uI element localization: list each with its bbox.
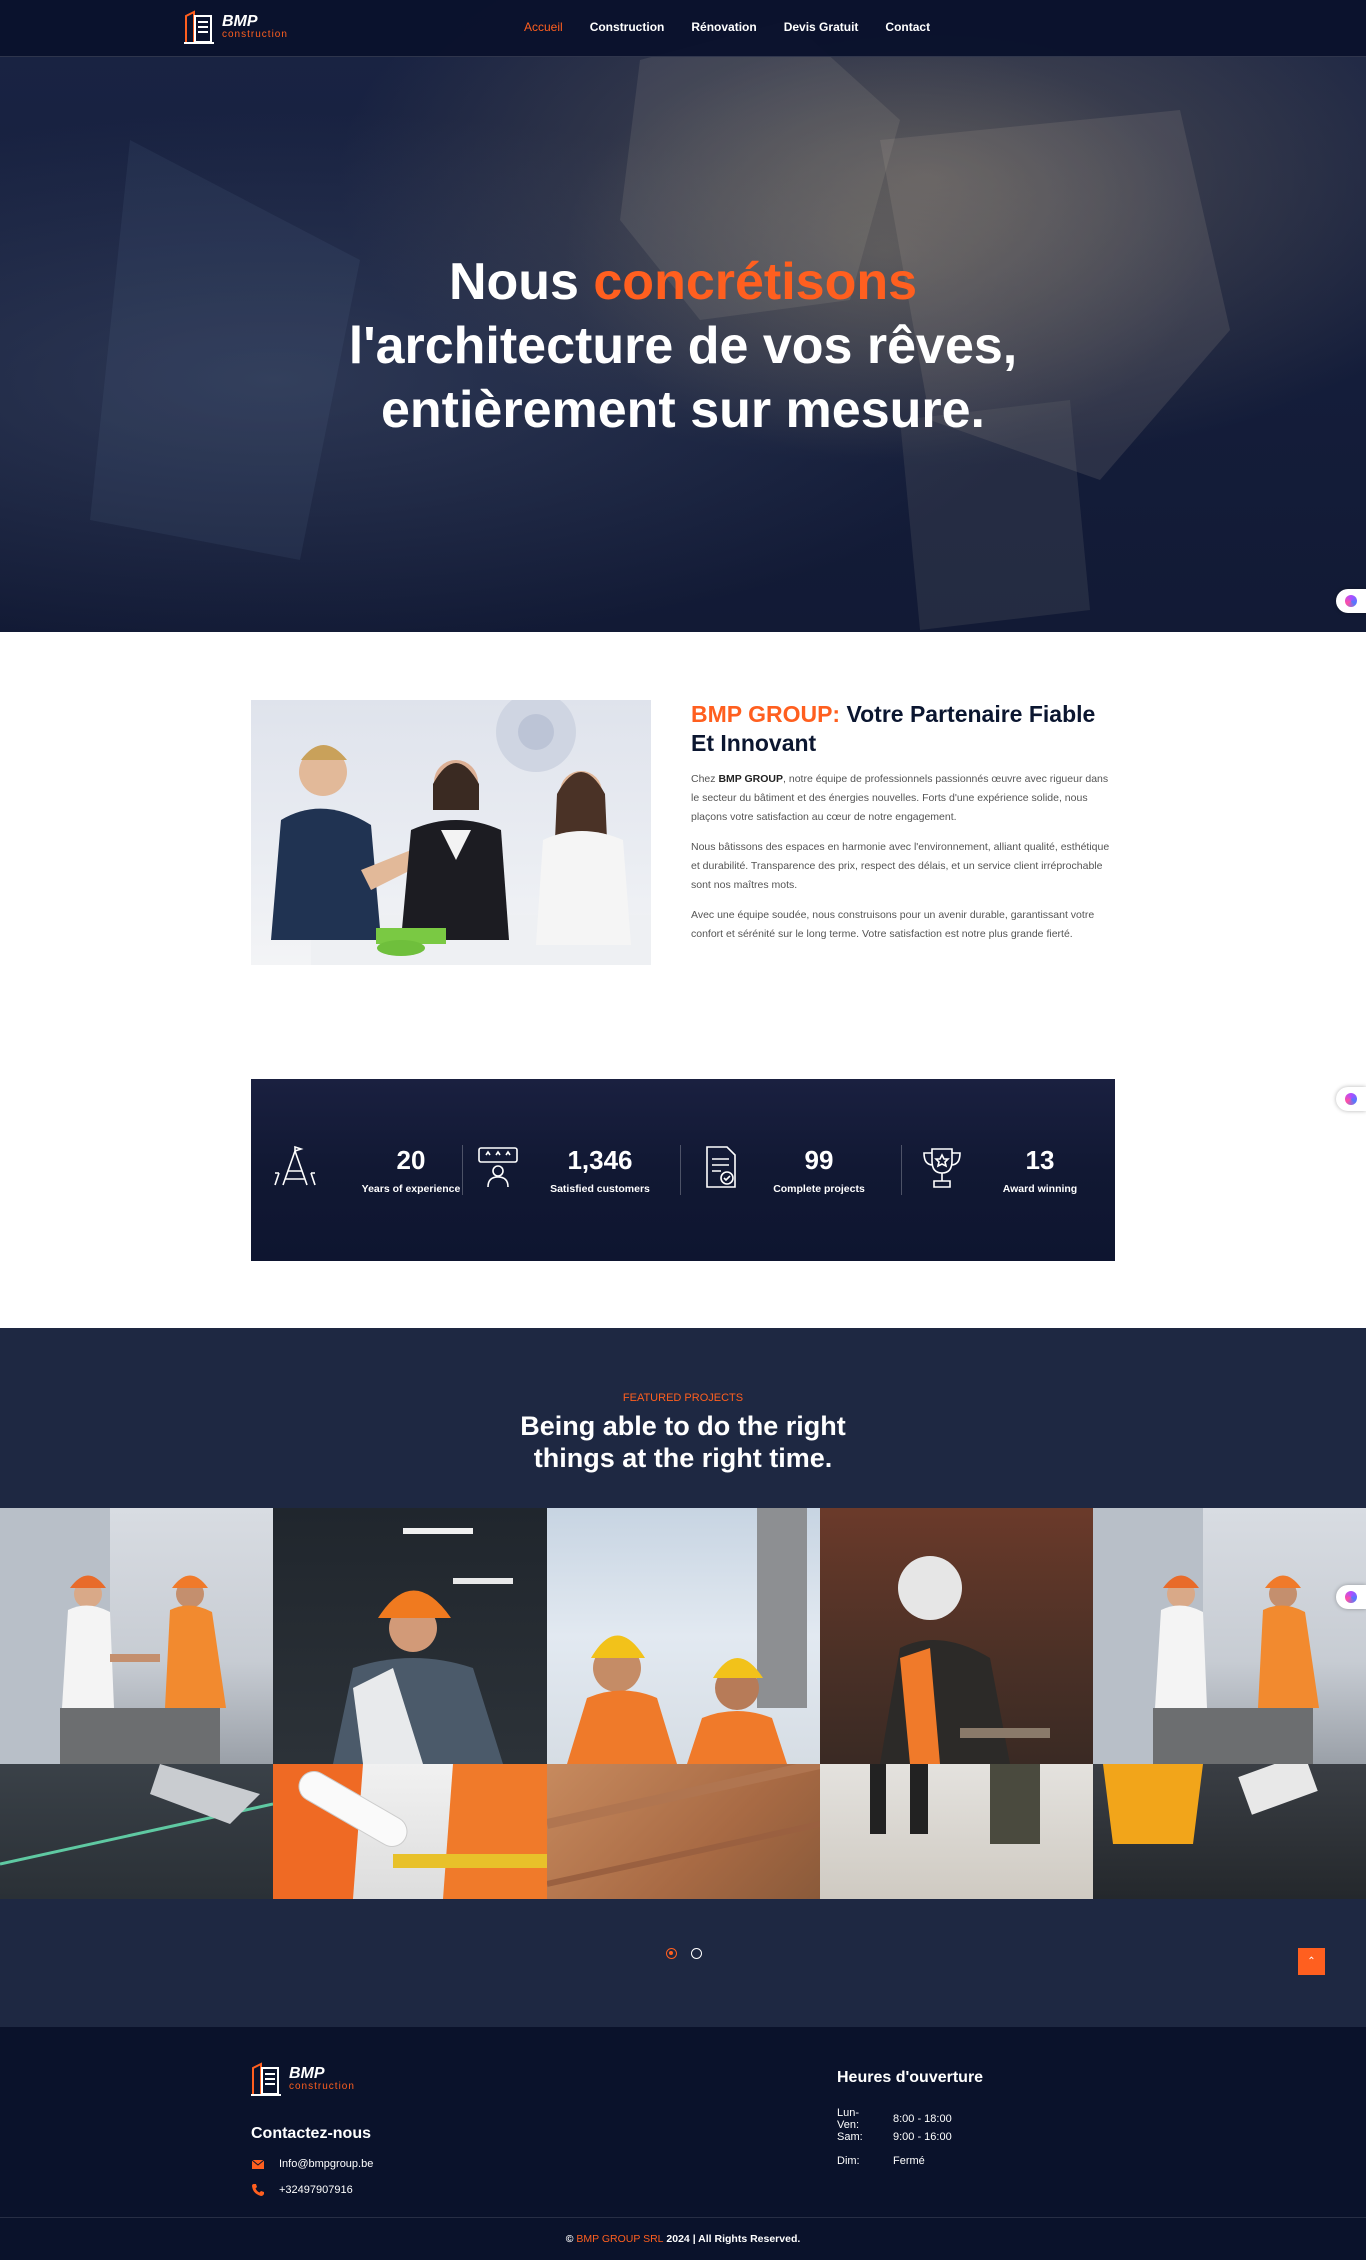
assistant-widget-button-3[interactable] — [1336, 1585, 1366, 1609]
project-tile-4[interactable] — [820, 1508, 1093, 1764]
stats-banner: 20 Years of experience 1,346 Satisfied c… — [251, 1079, 1115, 1261]
about-paragraph-3: Avec une équipe soudée, nous construison… — [691, 909, 1095, 940]
featured-projects-kicker: FEATURED PROJECTS — [622, 1392, 744, 1404]
hours-row: Dim: Fermé — [837, 2155, 925, 2167]
stat-projects-label: Complete projects — [773, 1183, 865, 1195]
project-tile-6[interactable] — [0, 1764, 273, 1899]
featured-projects-section: FEATURED PROJECTS Being able to do the r… — [0, 1328, 1366, 2027]
logo-brand: BMP — [222, 13, 258, 30]
building-logo-icon — [184, 10, 214, 44]
about-p1-part-a: Chez — [691, 773, 719, 785]
contact-email[interactable]: Info@bmpgroup.be — [251, 2157, 373, 2171]
back-to-top-button[interactable]: ⌃ — [1298, 1948, 1325, 1975]
copyright-bar: © BMP GROUP SRL 2024 | All Rights Reserv… — [0, 2217, 1366, 2260]
site-footer: BMP construction Contactez-nous Info@bmp… — [0, 2027, 1366, 2260]
assistant-widget-button-2[interactable] — [1336, 1087, 1366, 1111]
footer-logo-brand: BMP — [289, 2065, 325, 2082]
project-tile-2[interactable] — [273, 1508, 547, 1764]
hours-title: Heures d'ouverture — [837, 2069, 984, 2086]
assistant-icon — [1345, 1093, 1357, 1105]
hours-time: Fermé — [893, 2155, 925, 2167]
stat-customers-label: Satisfied customers — [550, 1183, 650, 1195]
contact-phone[interactable]: +32497907916 — [251, 2183, 353, 2197]
stat-awards-label: Award winning — [1002, 1183, 1078, 1195]
hours-row: Lun-Ven: 8:00 - 18:00 — [837, 2107, 952, 2131]
carousel-dot-1[interactable] — [666, 1948, 677, 1959]
hours-day: Sam: — [837, 2131, 863, 2143]
hours-day: Lun-Ven: — [837, 2107, 860, 2131]
nav-item-contact[interactable]: Contact — [885, 20, 930, 34]
stat-divider — [901, 1145, 902, 1195]
header-logo[interactable]: BMP construction — [184, 10, 288, 44]
carousel-pagination — [666, 1948, 702, 1959]
main-menu: Accueil Construction Rénovation Devis Gr… — [524, 20, 930, 34]
hero-title-line1: Nous — [448, 253, 594, 311]
featured-projects-title: Being able to do the right things at the… — [520, 1411, 846, 1473]
hours-time: 8:00 - 18:00 — [893, 2113, 952, 2125]
team-photo — [251, 700, 651, 965]
hero-title-line3: entièrement sur mesure. — [380, 381, 986, 439]
stat-customers: 1,346 Satisfied customers — [478, 1145, 710, 1195]
project-tile-1[interactable] — [0, 1508, 273, 1764]
logo-subtitle: construction — [222, 29, 288, 40]
copyright-text: 2024 | All Rights Reserved. — [663, 2233, 801, 2245]
about-title: BMP GROUP: Votre Partenaire Fiable Et In… — [691, 700, 1121, 758]
footer-logo[interactable]: BMP construction — [251, 2062, 355, 2096]
about-p1-brand: BMP GROUP — [718, 773, 784, 785]
stat-projects: 99 Complete projects — [706, 1145, 929, 1195]
contact-phone-text[interactable]: +32497907916 — [279, 2184, 353, 2196]
copyright-symbol: © — [565, 2233, 577, 2245]
contact-email-text[interactable]: Info@bmpgroup.be — [279, 2158, 373, 2170]
stat-customers-value: 1,346 — [567, 1145, 633, 1175]
hours-time: 9:00 - 16:00 — [893, 2131, 952, 2143]
stat-projects-value: 99 — [804, 1145, 834, 1175]
assistant-icon — [1345, 595, 1357, 607]
hours-row: Sam: 9:00 - 16:00 — [837, 2131, 952, 2143]
hero-title: Nous concrétisons l'architecture de vos … — [0, 250, 1366, 442]
stat-divider — [462, 1145, 463, 1195]
about-paragraph-2: Nous bâtissons des espaces en harmonie a… — [691, 841, 1110, 891]
top-navbar: BMP construction Accueil Construction Ré… — [0, 0, 1366, 57]
stat-awards-value: 13 — [1025, 1145, 1055, 1175]
stat-divider — [680, 1145, 681, 1195]
project-tile-10[interactable] — [1093, 1764, 1366, 1899]
phone-icon — [252, 2184, 264, 2196]
copyright-company-link[interactable]: BMP GROUP SRL — [576, 2233, 663, 2245]
assistant-widget-button[interactable] — [1336, 589, 1366, 613]
chevron-up-icon: ⌃ — [1307, 1956, 1316, 1967]
hero-section: Nous concrétisons l'architecture de vos … — [0, 0, 1366, 632]
about-paragraph-1: Chez BMP GROUP, notre équipe de professi… — [691, 770, 1115, 827]
project-tile-5[interactable] — [1093, 1508, 1366, 1764]
project-gallery — [0, 1508, 1366, 1899]
project-tile-7[interactable] — [273, 1764, 547, 1899]
hero-title-line2: l'architecture de vos rêves, — [348, 317, 1018, 375]
nav-item-devis-gratuit[interactable]: Devis Gratuit — [784, 20, 859, 34]
project-tile-3[interactable] — [547, 1508, 820, 1764]
project-tile-9[interactable] — [820, 1764, 1093, 1899]
hours-day: Dim: — [837, 2155, 860, 2167]
stat-awards: 13 Award winning — [923, 1145, 1150, 1195]
project-tile-8[interactable] — [547, 1764, 820, 1899]
assistant-icon — [1345, 1591, 1357, 1603]
hero-title-highlight: concrétisons — [593, 253, 918, 311]
contact-title: Contactez-nous — [251, 2125, 371, 2142]
carousel-dot-2[interactable] — [691, 1948, 702, 1959]
footer-logo-subtitle: construction — [289, 2081, 355, 2092]
nav-item-accueil[interactable]: Accueil — [524, 20, 563, 34]
mail-icon — [251, 2159, 265, 2169]
about-title-brand: BMP GROUP: — [691, 701, 841, 727]
nav-item-construction[interactable]: Construction — [590, 20, 665, 34]
nav-item-renovation[interactable]: Rénovation — [691, 20, 756, 34]
building-logo-icon — [251, 2062, 281, 2096]
